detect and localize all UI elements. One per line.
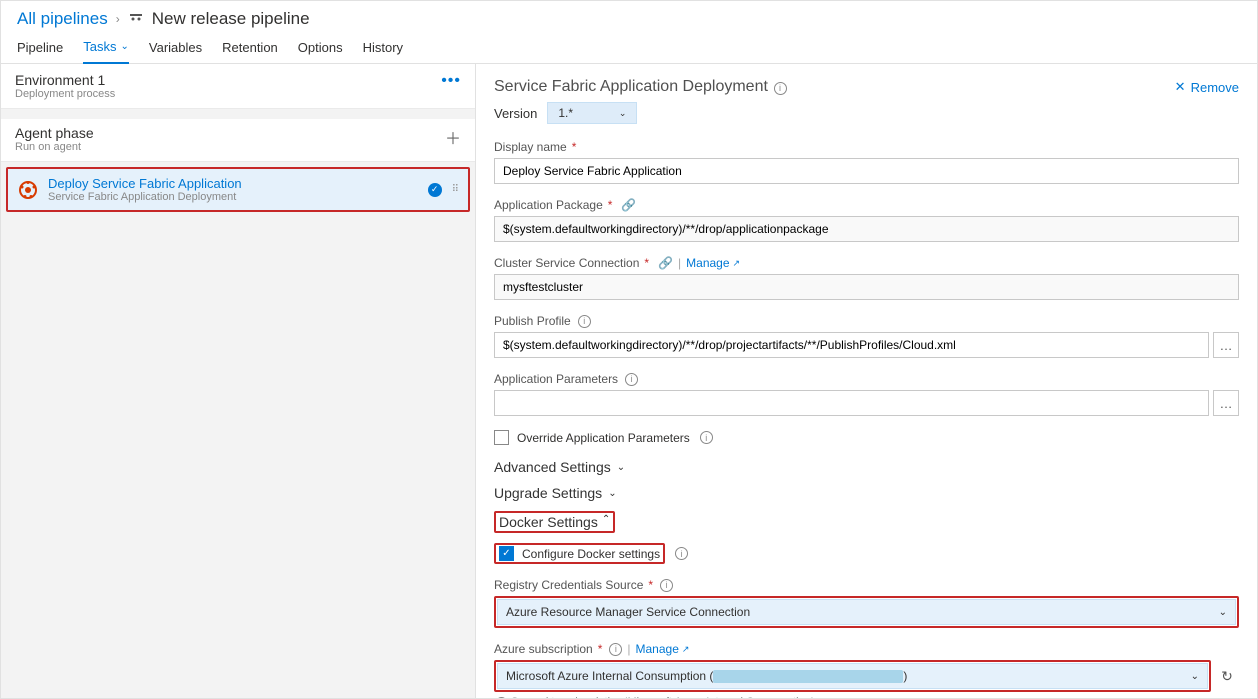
chevron-down-icon: ⌄ [1219, 607, 1227, 618]
tab-history[interactable]: History [363, 33, 403, 63]
tab-options[interactable]: Options [298, 33, 343, 63]
registry-source-label: Registry Credentials Source [494, 578, 643, 592]
tab-tasks[interactable]: Tasks ⌄ [83, 33, 129, 64]
left-panel: Environment 1 Deployment process ••• Age… [1, 64, 476, 698]
breadcrumb: All pipelines › New release pipeline [1, 1, 1257, 29]
tab-pipeline[interactable]: Pipeline [17, 33, 63, 63]
publish-profile-input[interactable] [494, 332, 1209, 358]
cluster-conn-input[interactable] [494, 274, 1239, 300]
manage-link[interactable]: Manage ↗ [686, 256, 740, 270]
more-icon[interactable]: ••• [441, 72, 461, 90]
app-params-label: Application Parameters [494, 372, 618, 386]
configure-docker-label: Configure Docker settings [522, 547, 660, 561]
close-icon: ✕ [1175, 79, 1186, 95]
chevron-up-icon: ⌃ [602, 514, 610, 530]
task-details-panel: Service Fabric Application Deployment i … [476, 64, 1257, 698]
info-icon[interactable]: i [625, 373, 638, 386]
tab-variables[interactable]: Variables [149, 33, 202, 63]
panel-title: Service Fabric Application Deployment [494, 78, 768, 95]
chevron-down-icon: ⌄ [1191, 671, 1199, 682]
breadcrumb-all-pipelines[interactable]: All pipelines [17, 9, 108, 29]
azure-subscription-label: Azure subscription [494, 642, 593, 656]
refresh-button[interactable]: ↻ [1215, 664, 1239, 688]
info-icon[interactable]: i [660, 579, 673, 592]
section-advanced[interactable]: Advanced Settings ⌄ [494, 459, 1239, 475]
info-icon[interactable]: i [700, 431, 713, 444]
registry-source-select[interactable]: Azure Resource Manager Service Connectio… [497, 599, 1236, 625]
agent-phase-subtitle: Run on agent [15, 141, 94, 153]
add-task-button[interactable]: ＋ [445, 125, 461, 149]
external-link-icon: ↗ [682, 644, 690, 655]
task-title: Deploy Service Fabric Application [48, 176, 418, 191]
version-label: Version [494, 106, 537, 121]
pipeline-icon [128, 12, 144, 26]
chevron-down-icon: ⌄ [617, 462, 625, 473]
override-params-label: Override Application Parameters [517, 431, 690, 445]
link-icon[interactable]: 🔗 [658, 256, 673, 270]
agent-phase-title[interactable]: Agent phase [15, 125, 94, 141]
environment-subtitle: Deployment process [15, 88, 115, 100]
section-docker[interactable]: Docker Settings ⌃ [494, 511, 1239, 533]
app-package-input[interactable] [494, 216, 1239, 242]
section-upgrade[interactable]: Upgrade Settings ⌄ [494, 485, 1239, 501]
info-icon[interactable]: i [774, 82, 787, 95]
cluster-conn-label: Cluster Service Connection [494, 256, 639, 270]
task-status-ok-icon: ✓ [428, 183, 442, 197]
override-params-checkbox[interactable] [494, 430, 509, 445]
redacted-content [713, 670, 903, 683]
chevron-down-icon: ⌄ [619, 108, 627, 119]
app-params-input[interactable] [494, 390, 1209, 416]
publish-profile-label: Publish Profile [494, 314, 571, 328]
scoped-text: Scoped to subscription 'Microsoft Azure … [511, 696, 813, 698]
info-icon[interactable]: i [578, 315, 591, 328]
task-row-deploy-sf[interactable]: Deploy Service Fabric Application Servic… [6, 167, 470, 212]
task-subtitle: Service Fabric Application Deployment [48, 191, 418, 203]
remove-button[interactable]: ✕ Remove [1175, 79, 1239, 95]
chevron-down-icon: ⌄ [608, 488, 616, 499]
info-icon[interactable]: i [609, 643, 622, 656]
external-link-icon: ↗ [733, 258, 741, 269]
environment-title[interactable]: Environment 1 [15, 72, 115, 88]
chevron-right-icon: › [116, 12, 120, 26]
info-icon: i [496, 697, 507, 698]
app-package-label: Application Package [494, 198, 603, 212]
browse-button[interactable]: … [1213, 332, 1239, 358]
azure-subscription-select[interactable]: Microsoft Azure Internal Consumption () … [497, 663, 1208, 689]
configure-docker-checkbox[interactable]: ✓ [499, 546, 514, 561]
chevron-down-icon: ⌄ [121, 41, 129, 52]
browse-button[interactable]: … [1213, 390, 1239, 416]
breadcrumb-current: New release pipeline [152, 9, 310, 29]
info-icon[interactable]: i [675, 547, 688, 560]
drag-handle-icon[interactable]: ⠿ [452, 184, 458, 195]
display-name-input[interactable] [494, 158, 1239, 184]
manage-link[interactable]: Manage ↗ [636, 642, 690, 656]
link-icon[interactable]: 🔗 [621, 198, 636, 212]
service-fabric-icon [18, 180, 38, 200]
tab-retention[interactable]: Retention [222, 33, 278, 63]
display-name-label: Display name [494, 140, 567, 154]
version-select[interactable]: 1.*⌄ [547, 102, 637, 124]
tab-bar: Pipeline Tasks ⌄ Variables Retention Opt… [1, 29, 1257, 64]
